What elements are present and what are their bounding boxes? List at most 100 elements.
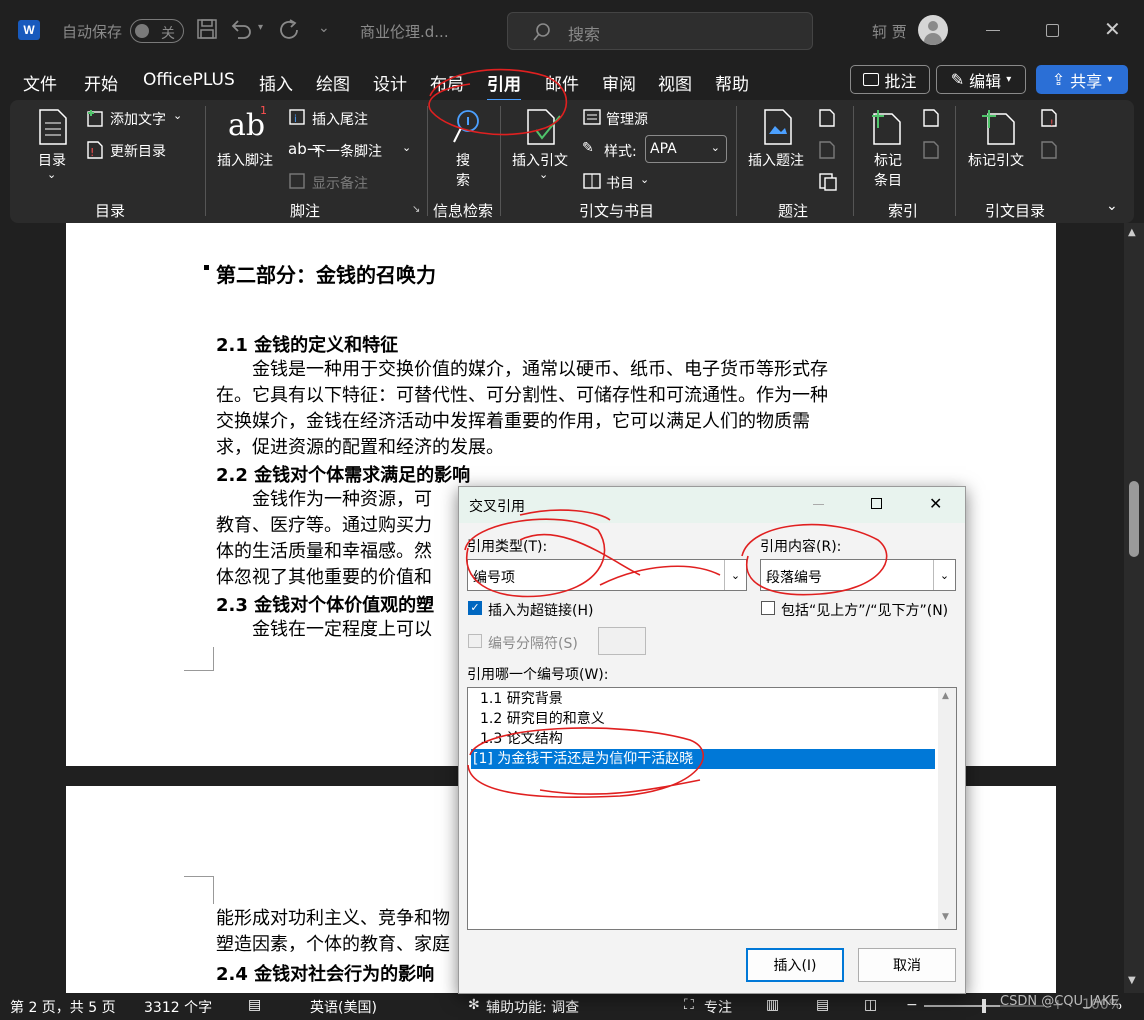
vertical-scrollbar[interactable]: ▲ ▼ [1124, 223, 1144, 993]
mark-citation-icon[interactable] [980, 108, 1016, 146]
tab-help[interactable]: 帮助 [715, 70, 749, 95]
tab-mailings[interactable]: 邮件 [545, 70, 579, 95]
scroll-up-icon[interactable]: ▲ [1128, 227, 1136, 238]
add-text-icon[interactable] [86, 108, 104, 128]
tab-view[interactable]: 视图 [658, 70, 692, 95]
toc-button[interactable]: 目录 [38, 150, 66, 170]
redo-icon[interactable] [278, 18, 302, 42]
insert-citation-icon[interactable] [526, 108, 562, 146]
close-icon[interactable]: ✕ [1104, 17, 1121, 41]
insert-endnote-icon[interactable]: i [288, 108, 306, 126]
tab-references[interactable]: 引用 [487, 70, 521, 102]
insert-citation-button[interactable]: 插入引文 [512, 150, 568, 170]
cross-reference-icon[interactable] [818, 172, 838, 192]
hyperlink-checkbox[interactable]: ✓ [468, 601, 482, 615]
mark-entry-icon[interactable] [870, 108, 902, 146]
update-toc-icon[interactable]: ! [86, 140, 104, 160]
list-item-selected[interactable]: [1] 为金钱干活还是为信仰干活赵晓 [471, 749, 935, 769]
next-footnote-button[interactable]: 下一条脚注 [312, 141, 382, 161]
chevron-down-icon[interactable]: ⌄ [640, 173, 649, 186]
user-name[interactable]: 轲 贾 [872, 21, 907, 42]
tab-insert[interactable]: 插入 [259, 70, 293, 95]
tab-draw[interactable]: 绘图 [316, 70, 350, 95]
search-label-2[interactable]: 索 [456, 170, 470, 190]
insert-footnote-button[interactable]: 插入脚注 [217, 150, 273, 170]
undo-dropdown-icon[interactable]: ▾ [258, 22, 263, 33]
search-icon[interactable] [451, 108, 481, 144]
undo-icon[interactable] [230, 18, 254, 40]
maximize-icon[interactable] [871, 498, 882, 509]
bibliography-button[interactable]: 书目 [606, 173, 634, 193]
tab-review[interactable]: 审阅 [602, 70, 636, 95]
zoom-slider-thumb[interactable] [982, 999, 986, 1013]
ribbon-collapse-icon[interactable]: ⌄ [1106, 198, 1118, 214]
search-label-1[interactable]: 搜 [456, 150, 470, 170]
mark-entry-label-2[interactable]: 条目 [874, 170, 902, 190]
zoom-out-icon[interactable]: − [906, 997, 918, 1013]
list-item[interactable]: 1.2 研究目的和意义 [471, 709, 935, 729]
insert-caption-button[interactable]: 插入题注 [748, 150, 804, 170]
insert-table-of-figures-icon[interactable] [818, 108, 836, 128]
list-scrollbar[interactable]: ▲ ▼ [938, 688, 956, 929]
scroll-down-icon[interactable]: ▼ [942, 912, 949, 922]
mark-citation-button[interactable]: 标记引文 [968, 150, 1024, 170]
word-count[interactable]: 3312 个字 [144, 997, 212, 1017]
print-layout-icon[interactable]: ▤ [816, 997, 829, 1013]
autosave-toggle[interactable]: 关 [130, 19, 184, 43]
cancel-button[interactable]: 取消 [858, 948, 956, 982]
numbered-items-list[interactable]: 1.1 研究背景 1.2 研究目的和意义 1.3 论文结构 [1] 为金钱干活还… [467, 687, 957, 930]
insert-table-of-authorities-icon[interactable]: ! [1040, 108, 1060, 128]
tab-layout[interactable]: 布局 [430, 70, 464, 95]
language[interactable]: 英语(美国) [310, 997, 377, 1017]
search-box[interactable]: 搜索 [507, 12, 813, 50]
tab-design[interactable]: 设计 [373, 70, 407, 95]
dialog-launcher-icon[interactable]: ↘ [412, 204, 420, 215]
style-select[interactable]: APA ⌄ [645, 135, 727, 163]
page-count[interactable]: 第 2 页，共 5 页 [10, 997, 116, 1017]
dialog-title-bar[interactable]: 交叉引用 ✕ [459, 487, 965, 523]
tab-officeplus[interactable]: OfficePLUS [143, 70, 235, 90]
minimize-icon[interactable] [986, 30, 1000, 31]
proofing-icon[interactable]: ▤ [248, 997, 261, 1013]
list-item[interactable]: 1.3 论文结构 [471, 729, 935, 749]
add-text-button[interactable]: 添加文字 [110, 109, 166, 129]
manage-sources-button[interactable]: 管理源 [606, 109, 648, 129]
include-above-below-label[interactable]: 包括“见上方”/“见下方”(N) [781, 600, 948, 620]
toc-dropdown-icon[interactable]: ⌄ [47, 168, 56, 181]
web-layout-icon[interactable]: ◫ [864, 997, 877, 1013]
avatar[interactable] [918, 15, 948, 45]
update-toc-button[interactable]: 更新目录 [110, 141, 166, 161]
word-logo-icon[interactable]: W [18, 20, 40, 40]
bibliography-icon[interactable] [582, 172, 602, 190]
toc-icon[interactable] [38, 108, 68, 146]
read-mode-icon[interactable]: ▥ [766, 997, 779, 1013]
insert-button[interactable]: 插入(I) [746, 948, 844, 982]
mark-entry-label-1[interactable]: 标记 [874, 150, 902, 170]
list-item[interactable]: 1.1 研究背景 [471, 689, 935, 709]
scrollbar-thumb[interactable] [1129, 481, 1139, 557]
close-icon[interactable]: ✕ [929, 494, 942, 513]
scroll-up-icon[interactable]: ▲ [942, 691, 949, 701]
include-above-below-checkbox[interactable] [761, 601, 775, 615]
document-name[interactable]: 商业伦理.d... [360, 21, 449, 42]
editing-button[interactable]: ✎ 编辑 ▾ [936, 65, 1026, 94]
accessibility-status[interactable]: 辅助功能: 调查 [486, 997, 579, 1017]
insert-endnote-button[interactable]: 插入尾注 [312, 109, 368, 129]
share-button[interactable]: ⇪ 共享 ▾ [1036, 65, 1128, 94]
scroll-down-icon[interactable]: ▼ [1128, 975, 1136, 986]
chevron-down-icon[interactable]: ⌄ [173, 109, 182, 122]
focus-button[interactable]: 专注 [704, 997, 732, 1017]
save-icon[interactable] [196, 18, 218, 40]
manage-sources-icon[interactable] [582, 108, 602, 126]
maximize-icon[interactable] [1046, 24, 1059, 37]
comments-button[interactable]: 批注 [850, 65, 930, 94]
insert-caption-icon[interactable] [763, 108, 793, 146]
tab-home[interactable]: 开始 [84, 70, 118, 95]
ref-type-select[interactable]: 编号项 ⌄ [467, 559, 747, 591]
hyperlink-label[interactable]: 插入为超链接(H) [488, 600, 593, 620]
tab-file[interactable]: 文件 [23, 70, 57, 95]
customize-qat-icon[interactable]: ⌄ [318, 20, 330, 36]
ref-content-select[interactable]: 段落编号 ⌄ [760, 559, 956, 591]
insert-index-icon[interactable] [922, 108, 940, 128]
chevron-down-icon[interactable]: ⌄ [402, 141, 411, 154]
